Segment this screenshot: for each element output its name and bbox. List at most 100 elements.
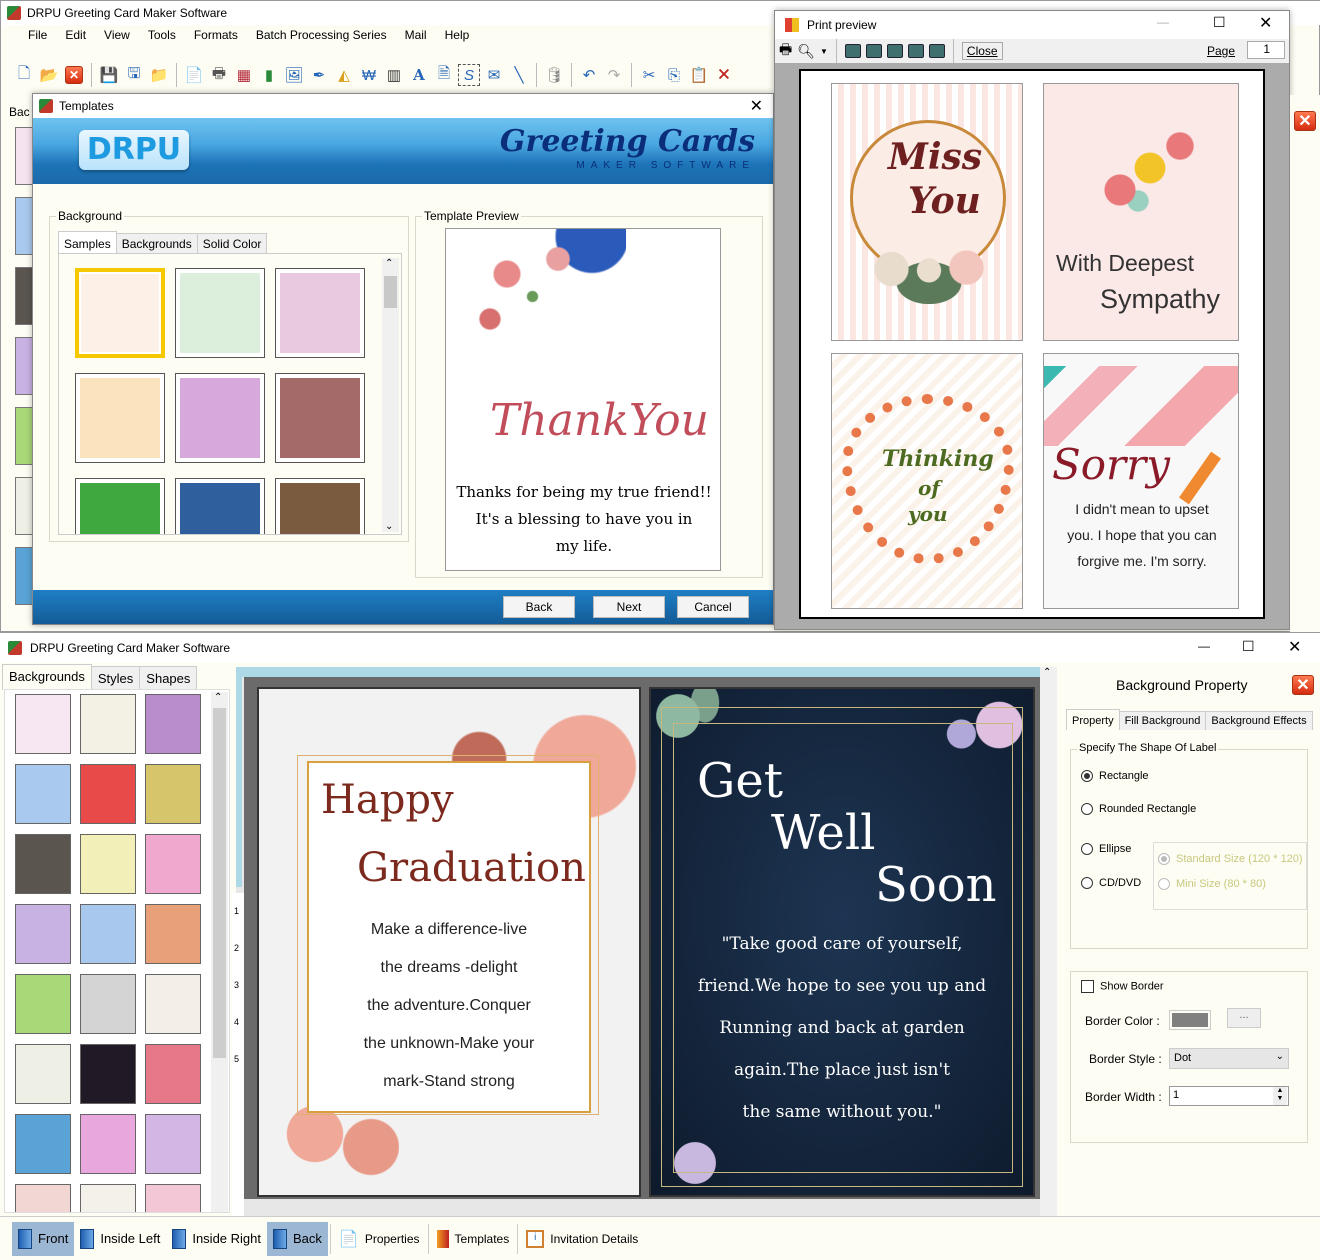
close-icon[interactable]: ✕ bbox=[1259, 13, 1272, 33]
scrollbar-thumb[interactable] bbox=[213, 708, 226, 1058]
card-title-line2[interactable]: Graduation bbox=[357, 845, 586, 891]
card-title-line1[interactable]: Get bbox=[697, 753, 783, 809]
background-thumb[interactable] bbox=[145, 1114, 201, 1174]
properties-icon[interactable]: 📄 bbox=[183, 64, 205, 86]
background-thumb[interactable] bbox=[80, 1044, 136, 1104]
background-thumb[interactable] bbox=[80, 694, 136, 754]
wordart-icon[interactable]: 🗎 bbox=[433, 64, 455, 86]
background-thumb[interactable] bbox=[15, 694, 71, 754]
menu-file[interactable]: File bbox=[19, 25, 56, 47]
print-icon[interactable]: 🖶 bbox=[208, 64, 230, 86]
next-button[interactable]: Next bbox=[593, 596, 665, 618]
one-page-icon[interactable] bbox=[844, 44, 861, 58]
scroll-down-icon[interactable]: ⌄ bbox=[385, 521, 393, 532]
background-thumb[interactable] bbox=[145, 694, 201, 754]
graduation-card[interactable]: Happy Graduation Make a difference-live … bbox=[257, 687, 641, 1197]
radio-rectangle[interactable]: Rectangle bbox=[1081, 770, 1149, 783]
line-icon[interactable]: ╲ bbox=[508, 64, 530, 86]
radio-ellipse[interactable]: Ellipse bbox=[1081, 843, 1131, 856]
pen-icon[interactable]: ✒ bbox=[308, 64, 330, 86]
close-icon[interactable]: ✕ bbox=[750, 96, 763, 116]
minimize-icon[interactable]: — bbox=[1157, 15, 1169, 29]
tab-shapes[interactable]: Shapes bbox=[139, 666, 198, 690]
menu-view[interactable]: View bbox=[95, 25, 139, 47]
background-thumb[interactable] bbox=[145, 764, 201, 824]
background-thumb[interactable] bbox=[80, 1184, 136, 1212]
samples-scrollbar[interactable]: ⌃ ⌄ bbox=[382, 258, 399, 532]
image-icon[interactable]: 🖼 bbox=[283, 64, 305, 86]
get-well-card[interactable]: Get Well Soon "Take good care of yoursel… bbox=[649, 687, 1035, 1197]
menu-tools[interactable]: Tools bbox=[139, 25, 185, 47]
background-thumb[interactable] bbox=[15, 764, 71, 824]
background-thumb[interactable] bbox=[145, 1184, 201, 1212]
tab-background-effects[interactable]: Background Effects bbox=[1205, 711, 1313, 730]
side-tab-backgrounds-partial[interactable]: Bac bbox=[9, 105, 30, 119]
properties-button[interactable]: 📄 Properties bbox=[333, 1222, 426, 1256]
cancel-button[interactable]: Cancel bbox=[677, 596, 749, 618]
scroll-up-icon[interactable]: ⌃ bbox=[214, 692, 222, 703]
radio-button[interactable] bbox=[1081, 877, 1093, 890]
minimize-icon[interactable]: — bbox=[1198, 639, 1210, 653]
menu-formats[interactable]: Formats bbox=[185, 25, 247, 47]
sample-thumb[interactable] bbox=[175, 373, 265, 463]
background-thumb[interactable] bbox=[15, 904, 71, 964]
inside-left-page-button[interactable]: Inside Left bbox=[74, 1222, 166, 1256]
border-color-browse-button[interactable]: ... bbox=[1227, 1008, 1261, 1028]
background-thumb[interactable] bbox=[15, 974, 71, 1034]
show-border-checkbox[interactable]: Show Border bbox=[1081, 980, 1164, 993]
close-icon[interactable]: ✕ bbox=[1294, 111, 1316, 131]
text-icon[interactable]: A bbox=[408, 64, 430, 86]
scroll-up-icon[interactable]: ⌃ bbox=[1043, 667, 1051, 678]
tab-backgrounds[interactable]: Backgrounds bbox=[115, 233, 198, 254]
menu-edit[interactable]: Edit bbox=[56, 25, 95, 47]
print-icon[interactable]: 🖶 bbox=[779, 39, 792, 63]
maximize-icon[interactable]: ☐ bbox=[1242, 638, 1255, 655]
sample-thumb[interactable] bbox=[275, 478, 365, 534]
tab-samples[interactable]: Samples bbox=[58, 231, 117, 254]
tab-styles[interactable]: Styles bbox=[90, 666, 141, 690]
zoom-dropdown-icon[interactable]: ▼ bbox=[820, 47, 828, 56]
background-thumb[interactable] bbox=[15, 1184, 71, 1212]
radio-button[interactable] bbox=[1081, 843, 1093, 856]
scrollbar-thumb[interactable] bbox=[384, 276, 397, 308]
copy-icon[interactable]: ⎘ bbox=[663, 64, 685, 86]
zoom-icon[interactable]: 🔍︎ bbox=[797, 43, 815, 60]
spinner-icon[interactable]: ▲ ▼ bbox=[1273, 1087, 1287, 1105]
background-thumb[interactable] bbox=[80, 1114, 136, 1174]
undo-icon[interactable]: ↶ bbox=[578, 64, 600, 86]
background-thumb[interactable] bbox=[145, 834, 201, 894]
tab-property[interactable]: Property bbox=[1066, 709, 1120, 730]
export-icon[interactable]: 📁 bbox=[148, 64, 170, 86]
invitation-details-button[interactable]: i Invitation Details bbox=[520, 1222, 644, 1256]
card-message[interactable]: Make a difference-live the dreams -delig… bbox=[309, 911, 589, 1101]
sample-thumb[interactable] bbox=[75, 268, 165, 358]
sample-thumb[interactable] bbox=[275, 268, 365, 358]
six-pages-icon[interactable] bbox=[928, 44, 945, 58]
radio-button[interactable] bbox=[1081, 770, 1093, 783]
border-style-select[interactable]: Dot ⌄ bbox=[1169, 1048, 1289, 1069]
radio-cd-dvd[interactable]: CD/DVD bbox=[1081, 877, 1141, 890]
background-thumb[interactable] bbox=[15, 1114, 71, 1174]
back-button[interactable]: Back bbox=[503, 596, 575, 618]
save-icon[interactable]: 💾 bbox=[98, 64, 120, 86]
sample-thumb[interactable] bbox=[275, 373, 365, 463]
border-color-swatch[interactable] bbox=[1169, 1010, 1211, 1030]
close-preview-button[interactable]: Close bbox=[961, 42, 1003, 60]
background-thumb[interactable] bbox=[80, 834, 136, 894]
card-title-line2[interactable]: Well bbox=[771, 805, 876, 861]
delete-icon[interactable]: 🗙 bbox=[713, 64, 735, 86]
canvas-scrollbar[interactable]: ⌃ bbox=[1040, 667, 1057, 1247]
gallery-scrollbar[interactable]: ⌃ bbox=[211, 692, 228, 1212]
radio-rounded-rectangle[interactable]: Rounded Rectangle bbox=[1081, 803, 1196, 816]
template-icon[interactable]: ▮ bbox=[258, 64, 280, 86]
background-thumb[interactable] bbox=[80, 974, 136, 1034]
background-thumb[interactable] bbox=[145, 904, 201, 964]
card-title-line1[interactable]: Happy bbox=[321, 777, 454, 823]
paste-icon[interactable]: 📋 bbox=[688, 64, 710, 86]
sample-thumb[interactable] bbox=[75, 373, 165, 463]
background-thumb[interactable] bbox=[80, 764, 136, 824]
barcode-icon[interactable]: ▥ bbox=[383, 64, 405, 86]
tab-backgrounds[interactable]: Backgrounds bbox=[2, 664, 92, 690]
new-icon[interactable]: 🗋 bbox=[13, 64, 35, 86]
front-page-button[interactable]: Front bbox=[12, 1221, 75, 1256]
